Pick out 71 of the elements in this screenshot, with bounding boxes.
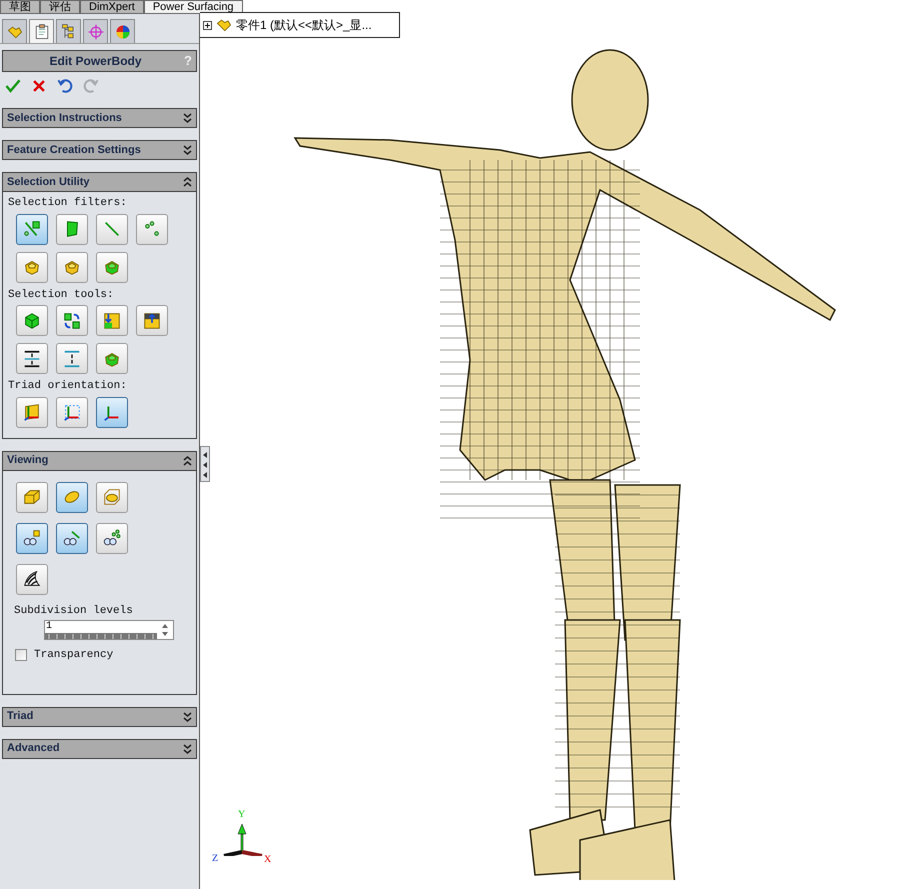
section-header[interactable]: Selection Utility xyxy=(2,172,197,192)
x-axis-label: X xyxy=(264,855,272,865)
undo-icon xyxy=(56,77,74,95)
panel-tab[interactable] xyxy=(56,19,81,43)
shrink-lines-icon xyxy=(62,348,82,368)
document-tab[interactable]: 评估 xyxy=(40,0,80,14)
z-axis-label: Z xyxy=(212,854,218,864)
expand-chevron-icon xyxy=(183,145,192,155)
glasses-face-icon xyxy=(22,528,42,548)
panel-tab[interactable] xyxy=(2,19,27,43)
expand-chevron-icon xyxy=(183,712,192,722)
section-header[interactable]: Viewing xyxy=(2,450,197,470)
section-title: Selection Instructions xyxy=(7,110,122,126)
tool-button[interactable] xyxy=(56,522,88,554)
section-title: Advanced xyxy=(7,741,60,756)
section-header[interactable]: Advanced xyxy=(2,738,197,758)
tool-button[interactable] xyxy=(96,522,128,554)
tool-button[interactable] xyxy=(56,305,88,336)
section-title: Feature Creation Settings xyxy=(7,142,141,158)
group-label: Selection tools: xyxy=(8,288,115,302)
subdivision-label: Subdivision levels xyxy=(14,604,134,618)
section-header[interactable]: Feature Creation Settings xyxy=(2,140,197,160)
box-icon xyxy=(22,487,42,507)
check-icon xyxy=(4,77,22,95)
vertex-icon xyxy=(142,219,162,239)
cage-icon xyxy=(102,487,122,507)
section-title: Triad xyxy=(7,709,34,724)
transparency-checkbox[interactable] xyxy=(15,649,27,662)
spinner-value: 1 xyxy=(45,621,54,633)
crosshair-icon xyxy=(86,22,104,40)
expand-chevron-icon xyxy=(183,744,192,754)
swap-grid-icon xyxy=(62,310,82,330)
redo-icon xyxy=(82,77,100,95)
cube-icon xyxy=(22,310,42,330)
section-title: Selection Utility xyxy=(7,174,90,190)
plus-icon xyxy=(204,22,211,28)
level-slider-icon xyxy=(45,633,157,639)
tool-button[interactable] xyxy=(16,343,48,374)
tree-expand-toggle[interactable] xyxy=(203,20,212,30)
group-label: Triad orientation: xyxy=(8,379,128,394)
triad-plane-icon xyxy=(22,402,42,422)
triad-box-icon xyxy=(62,402,82,422)
section-header[interactable]: Triad xyxy=(2,706,197,726)
document-tab[interactable]: Power Surfacing xyxy=(144,0,243,14)
zebra-stripes-icon xyxy=(22,569,42,589)
section-title: Viewing xyxy=(7,453,48,468)
panel-tab[interactable] xyxy=(110,19,135,43)
tool-button[interactable] xyxy=(16,305,48,336)
section-header[interactable]: Selection Instructions xyxy=(2,108,197,128)
panel-tab[interactable] xyxy=(29,19,54,43)
edge-face-icon xyxy=(22,219,42,239)
tool-button[interactable] xyxy=(16,564,48,594)
document-tab[interactable]: 草图 xyxy=(0,0,40,14)
subdivision-spinner[interactable]: 1 xyxy=(44,620,174,640)
tool-button[interactable] xyxy=(136,305,168,336)
y-axis-label: Y xyxy=(238,810,246,820)
glasses-vertex-icon xyxy=(102,528,122,548)
edge-icon xyxy=(102,219,122,239)
group-label: Selection filters: xyxy=(8,196,128,211)
expand-chevron-icon xyxy=(183,113,192,123)
tool-button[interactable] xyxy=(16,522,48,554)
collapse-chevron-icon xyxy=(183,177,192,187)
color-ball-icon xyxy=(114,22,132,40)
document-tab[interactable]: DimXpert xyxy=(80,0,144,14)
glasses-edge-icon xyxy=(62,528,82,548)
tool-button[interactable] xyxy=(56,214,88,244)
transparency-label: Transparency xyxy=(34,648,114,663)
collapse-chevron-icon xyxy=(183,456,192,466)
panel-title: Edit PowerBody xyxy=(48,53,143,70)
expand-lines-icon xyxy=(22,348,42,368)
tool-button[interactable] xyxy=(96,305,128,336)
